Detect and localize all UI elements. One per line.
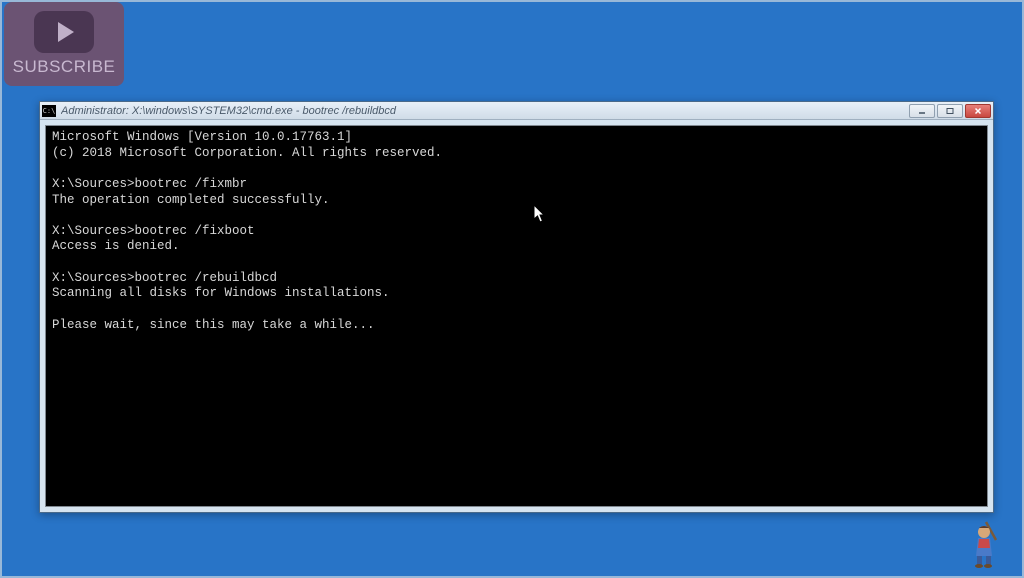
close-icon [973, 107, 983, 115]
maximize-icon [945, 107, 955, 115]
terminal-line: X:\Sources>bootrec /rebuildbcd [52, 271, 277, 285]
terminal-line: Access is denied. [52, 239, 180, 253]
terminal-line: (c) 2018 Microsoft Corporation. All righ… [52, 146, 442, 160]
character-icon [968, 518, 1004, 568]
terminal-line: The operation completed successfully. [52, 193, 330, 207]
terminal-line: Scanning all disks for Windows installat… [52, 286, 390, 300]
terminal-line: X:\Sources>bootrec /fixboot [52, 224, 255, 238]
frame-border [0, 0, 2, 578]
maximize-button[interactable] [937, 104, 963, 118]
play-icon [34, 11, 94, 53]
window-controls [909, 104, 991, 118]
window-title: Administrator: X:\windows\SYSTEM32\cmd.e… [61, 105, 909, 117]
window-titlebar[interactable]: C:\ Administrator: X:\windows\SYSTEM32\c… [40, 102, 993, 120]
cmd-icon: C:\ [42, 105, 56, 117]
minimize-icon [917, 107, 927, 115]
frame-border [0, 0, 1024, 2]
cmd-window: C:\ Administrator: X:\windows\SYSTEM32\c… [39, 101, 994, 513]
minimize-button[interactable] [909, 104, 935, 118]
terminal-line: Please wait, since this may take a while… [52, 318, 375, 332]
subscribe-widget[interactable]: SUBSCRIBE [4, 2, 124, 86]
play-triangle-icon [58, 22, 74, 42]
terminal-line: X:\Sources>bootrec /fixmbr [52, 177, 247, 191]
terminal-content[interactable]: Microsoft Windows [Version 10.0.17763.1]… [45, 125, 988, 507]
subscribe-label: SUBSCRIBE [13, 57, 116, 77]
close-button[interactable] [965, 104, 991, 118]
terminal-line: Microsoft Windows [Version 10.0.17763.1] [52, 130, 352, 144]
